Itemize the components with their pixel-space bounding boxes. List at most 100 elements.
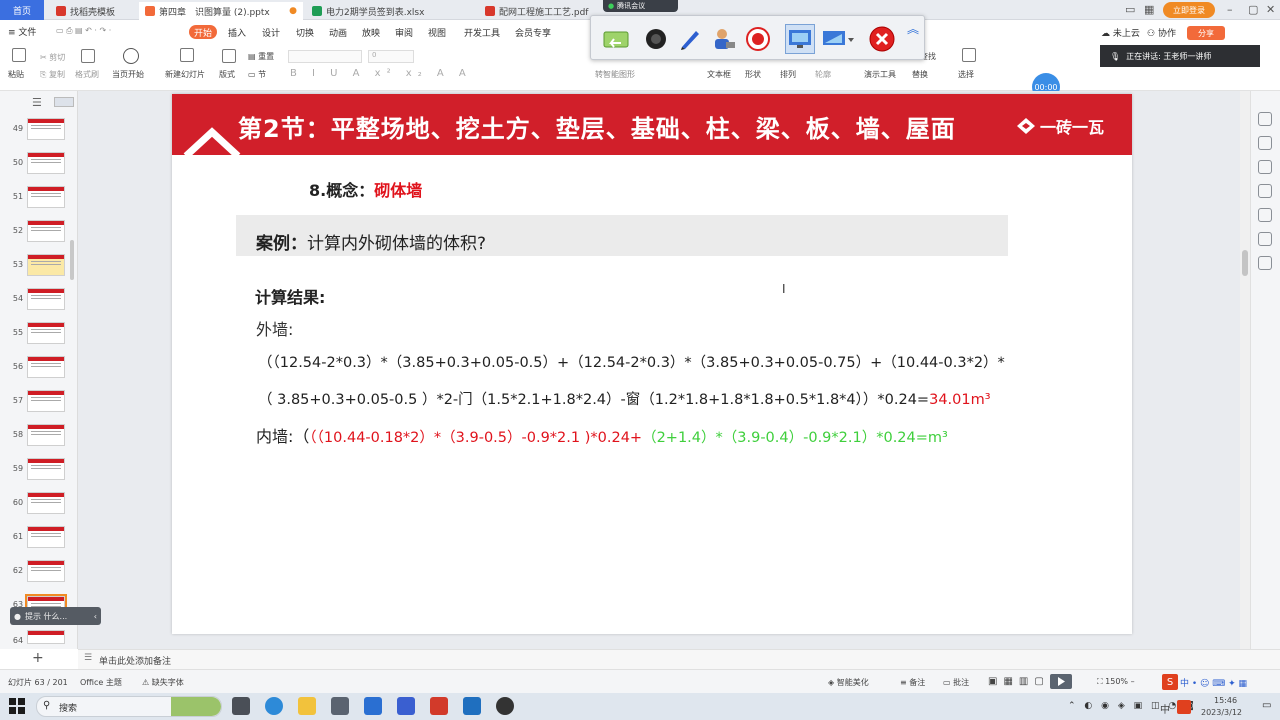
copy-button[interactable]: ⎘ 复制 (40, 69, 65, 80)
comment-button[interactable]: ▭ 批注 (943, 677, 969, 688)
missing-font-button[interactable]: ⚠ 缺失字体 (142, 677, 184, 688)
slide-view-icon[interactable] (54, 97, 74, 107)
clock-date[interactable]: 2023/3/12 (1201, 708, 1242, 717)
tab-xlsx[interactable]: 电力2期学员签到表.xlsx (306, 2, 456, 20)
menu-animation[interactable]: 动画 (329, 26, 347, 39)
notification-icon[interactable]: ▭ (1262, 700, 1271, 711)
reset-button[interactable]: ▤ 重置 (248, 51, 274, 62)
slide-thumbnail[interactable] (27, 390, 65, 412)
ime-indicator[interactable]: 中 (1160, 701, 1170, 716)
slide-thumbnail[interactable] (27, 186, 65, 208)
slide-thumbnail[interactable] (27, 492, 65, 514)
slide-thumbnail[interactable] (27, 254, 65, 276)
slide-thumbnail[interactable] (27, 560, 65, 582)
play-from-current-button[interactable]: 当页开始 (112, 69, 144, 80)
edge-icon[interactable] (265, 697, 283, 715)
format-painter-button[interactable]: 格式刷 (75, 69, 99, 80)
record-icon[interactable] (743, 24, 773, 54)
outline-view-icon[interactable]: ☰ (32, 96, 42, 109)
slide-thumbnail[interactable] (27, 458, 65, 480)
ime-toolbar[interactable]: S 中 • ☺ ⌨ ✦ ▦ (1162, 673, 1248, 691)
beautify-button[interactable]: ◈ 智能美化 (828, 677, 869, 688)
cut-button[interactable]: ✂ 剪切 (40, 52, 65, 63)
section-button[interactable]: ▭ 节 (248, 69, 266, 80)
share-button[interactable]: 分享 (1187, 26, 1225, 40)
tab-home[interactable]: 首页 (0, 0, 44, 20)
video-app-icon[interactable] (463, 697, 481, 715)
new-slide-icon[interactable] (180, 48, 194, 62)
outline-button[interactable]: 轮廓 (815, 69, 831, 80)
tab-pptx[interactable]: 第四章 识图算量 (2).pptx ● (139, 2, 303, 20)
collapse-toolbar-icon[interactable]: ︽ (907, 20, 919, 37)
arrange-button[interactable]: 排列 (780, 69, 796, 80)
stop-share-icon[interactable] (867, 24, 897, 54)
shape-button[interactable]: 形状 (745, 69, 761, 80)
camera-app-icon[interactable] (496, 697, 514, 715)
slide-canvas[interactable]: 第2节：平整场地、挖土方、垫层、基础、柱、梁、板、墙、屋面 一砖一瓦 8.概念：… (172, 94, 1132, 634)
add-slide-icon[interactable]: + (32, 650, 44, 666)
taskbar-search[interactable]: ⚲ 搜索 (36, 696, 222, 717)
font-family-select[interactable] (288, 50, 362, 63)
select-button[interactable]: 选择 (958, 69, 974, 80)
grid-icon[interactable]: ▦ (1144, 3, 1154, 16)
view-mode-buttons[interactable]: ▣▦▥▢ (988, 676, 1050, 687)
scroll-thumb[interactable] (1242, 250, 1248, 276)
back-icon[interactable] (601, 24, 631, 54)
meeting-header[interactable]: ● 腾讯会议 (603, 0, 678, 12)
notes-pane[interactable]: ☰ 单击此处添加备注 (78, 649, 1280, 669)
presentation-tools-button[interactable]: 演示工具 (864, 69, 896, 80)
slide-thumbnail[interactable] (27, 288, 65, 310)
animation-icon[interactable] (1258, 160, 1272, 174)
menu-design[interactable]: 设计 (262, 26, 280, 39)
collaborate-button[interactable]: ⚇ 协作 (1147, 26, 1176, 39)
tab-template[interactable]: 找稻壳模板 (50, 2, 138, 20)
play-icon[interactable] (123, 48, 139, 64)
font-size-select[interactable]: 0 (368, 50, 414, 63)
smartart-button[interactable]: 转智能图形 (595, 69, 635, 80)
share-icon[interactable] (1258, 232, 1272, 246)
monitor-select-icon[interactable] (819, 24, 859, 54)
textbox-button[interactable]: 文本框 (707, 69, 731, 80)
laser-pointer-icon[interactable] (641, 24, 671, 54)
thumb-scrollbar[interactable] (70, 240, 74, 280)
copy-style-icon[interactable] (1258, 184, 1272, 198)
clock-time[interactable]: 15:46 (1214, 696, 1237, 705)
layout-icon[interactable]: ▭ (1125, 3, 1135, 16)
pen-icon[interactable] (675, 24, 705, 54)
presenter-icon[interactable] (709, 24, 739, 54)
image-icon[interactable] (1258, 208, 1272, 222)
paste-icon[interactable] (12, 48, 26, 62)
slide-thumbnail[interactable] (27, 356, 65, 378)
layout-icon[interactable] (222, 49, 236, 63)
play-slideshow-button[interactable] (1050, 674, 1072, 689)
vertical-scrollbar[interactable] (1240, 91, 1250, 649)
property-icon[interactable] (1258, 112, 1272, 126)
adjust-icon[interactable] (1258, 136, 1272, 150)
calculator-icon[interactable] (331, 697, 349, 715)
paste-button[interactable]: 粘贴 (8, 69, 24, 80)
slide-thumbnail[interactable] (27, 220, 65, 242)
help-icon[interactable] (1258, 256, 1272, 270)
slide-thumbnail[interactable] (27, 630, 65, 644)
tab-pdf[interactable]: 配网工程施工工艺.pdf (479, 2, 599, 20)
theme-name[interactable]: Office 主题 (80, 677, 122, 688)
menu-developer[interactable]: 开发工具 (464, 26, 500, 39)
select-icon[interactable] (962, 48, 976, 62)
cloud-status[interactable]: ☁ 未上云 (1101, 26, 1140, 39)
format-painter-icon[interactable] (81, 49, 95, 63)
replace-button[interactable]: 替换 (912, 69, 928, 80)
slide-thumbnail[interactable] (27, 152, 65, 174)
font-style-buttons[interactable]: B I U A x² x₂ A A (290, 68, 472, 79)
menu-review[interactable]: 审阅 (395, 26, 413, 39)
menu-slideshow[interactable]: 放映 (362, 26, 380, 39)
zoom-control[interactable]: ⛶ 150% – (1097, 677, 1135, 687)
login-button[interactable]: 立即登录 (1163, 2, 1215, 18)
new-slide-button[interactable]: 新建幻灯片 (165, 69, 205, 80)
menu-transition[interactable]: 切换 (296, 26, 314, 39)
app-icon[interactable] (397, 697, 415, 715)
windows-start-icon[interactable] (8, 697, 26, 715)
task-view-icon[interactable] (232, 697, 250, 715)
quick-access-toolbar[interactable]: ▭ ⎙ ▤ ↶ · ↷ · (56, 26, 111, 36)
file-explorer-icon[interactable] (298, 697, 316, 715)
maximize-icon[interactable]: ▢ (1248, 3, 1258, 16)
